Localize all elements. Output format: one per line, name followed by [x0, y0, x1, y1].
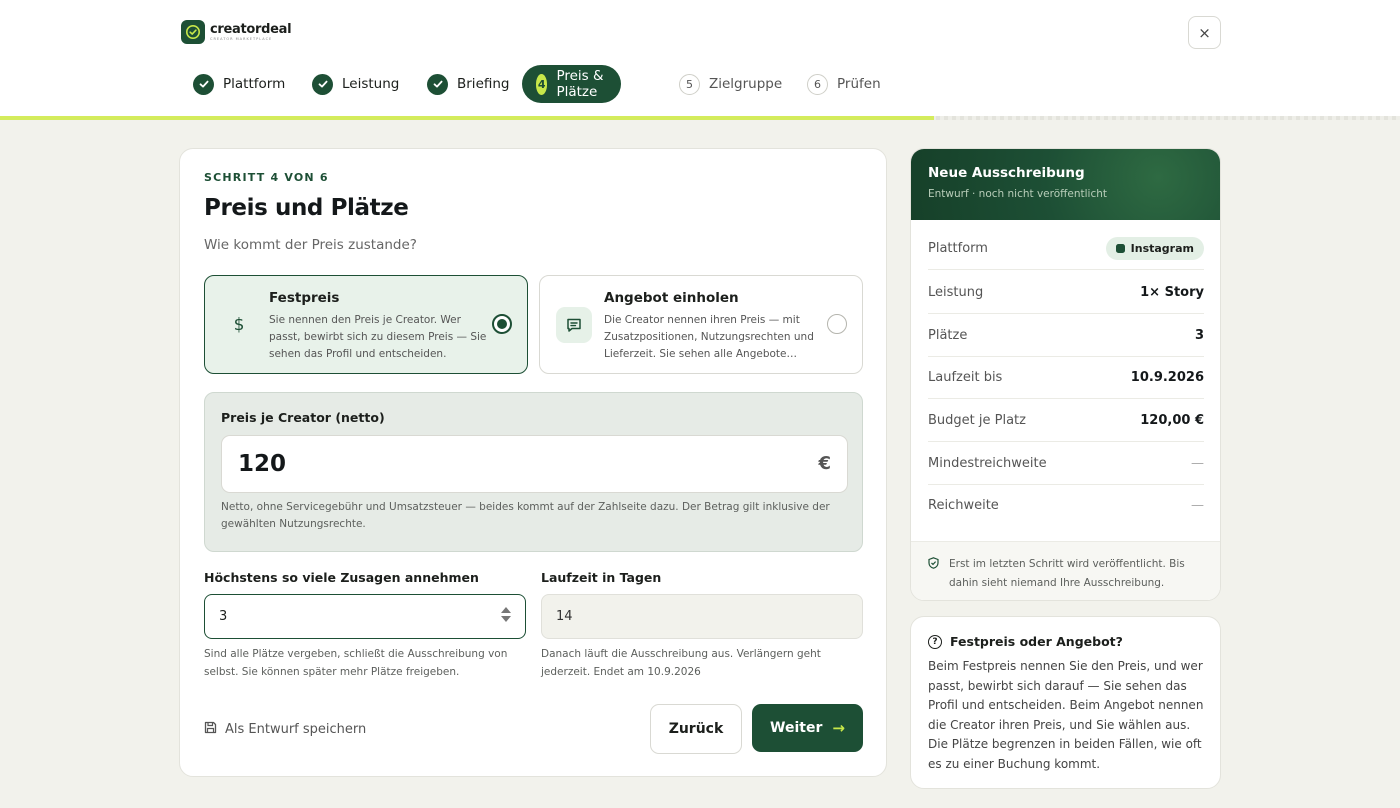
step-preis-plaetze[interactable]: 4 Preis & Plätze — [522, 65, 621, 103]
chat-icon — [556, 307, 592, 343]
summary-key: Leistung — [928, 284, 984, 300]
summary-value: Instagram — [1130, 241, 1194, 255]
brand-tagline: CREATOR MARKETPLACE — [210, 36, 273, 41]
summary-row-leistung: Leistung 1× Story — [928, 271, 1204, 314]
step-counter: SCHRITT 4 VON 6 — [204, 171, 329, 184]
summary-value: 3 — [1194, 327, 1204, 343]
step-card: SCHRITT 4 VON 6 Preis und Plätze Wie kom… — [179, 148, 887, 777]
step-plattform[interactable]: Plattform — [193, 65, 285, 103]
step-label: Leistung — [342, 76, 400, 92]
save-icon — [204, 721, 217, 738]
option-description: Die Creator nennen ihren Preis — mit Zus… — [604, 314, 814, 360]
help-icon: ? — [928, 634, 942, 649]
next-button[interactable]: Weiter → — [752, 704, 863, 752]
summary-key: Plattform — [928, 240, 988, 256]
price-hint: Netto, ohne Servicegebühr und Umsatzsteu… — [221, 501, 830, 530]
summary-row-budget: Budget je Platz 120,00 € — [928, 399, 1204, 442]
spin-down-icon[interactable] — [501, 616, 511, 622]
info-title: ? Festpreis oder Angebot? — [928, 634, 1123, 649]
top-bar: creatordeal CREATOR MARKETPLACE × Plattf… — [0, 0, 1400, 118]
step-briefing[interactable]: Briefing — [427, 65, 510, 103]
slots-value: 3 — [219, 609, 228, 624]
price-input[interactable]: 120 € — [221, 435, 848, 493]
step-number: 4 — [536, 73, 548, 95]
summary-key: Reichweite — [928, 498, 999, 513]
progress-bar — [0, 116, 934, 120]
summary-row-plattform: Plattform Instagram — [928, 227, 1204, 270]
logo-check-icon — [181, 20, 205, 44]
summary-key: Plätze — [928, 327, 968, 343]
summary-header: Neue Ausschreibung Entwurf · noch nicht … — [911, 149, 1220, 220]
dollar-icon: $ — [221, 307, 257, 343]
duration-field[interactable]: 14 — [541, 594, 863, 639]
summary-row-mindestreichweite: Mindestreichweite — — [928, 442, 1204, 485]
duration-value: 14 — [556, 609, 573, 624]
step-label: Plattform — [223, 76, 286, 92]
footnote-text: Erst im letzten Schritt wird veröffentli… — [949, 558, 1185, 589]
info-title-text: Festpreis oder Angebot? — [950, 634, 1123, 649]
radio-angebot[interactable] — [827, 314, 847, 334]
price-section: Preis je Creator (netto) 120 € Netto, oh… — [204, 392, 863, 552]
spin-up-icon[interactable] — [501, 607, 511, 613]
summary-key: Laufzeit bis — [928, 369, 1003, 385]
slots-stepper[interactable]: 3 — [204, 594, 526, 639]
duration-hint: Danach läuft die Ausschreibung aus. Verl… — [541, 648, 821, 678]
summary-row-laufzeit: Laufzeit bis 10.9.2026 — [928, 356, 1204, 399]
step-label: Preis & Plätze — [556, 68, 604, 100]
summary-value: — — [1191, 455, 1204, 471]
summary-subtitle: Entwurf · noch nicht veröffentlicht — [928, 188, 1108, 200]
option-title: Angebot einholen — [604, 290, 739, 306]
step-zielgruppe[interactable]: 5 Zielgruppe — [679, 65, 782, 103]
shield-check-icon — [928, 556, 939, 575]
euro-icon: € — [818, 453, 831, 474]
slots-label: Höchstens so viele Zusagen annehmen — [204, 570, 479, 585]
arrow-right-icon: → — [832, 719, 845, 737]
info-card: ? Festpreis oder Angebot? Beim Festpreis… — [910, 616, 1221, 789]
step-label: Zielgruppe — [709, 76, 783, 92]
step-label: Prüfen — [837, 76, 881, 92]
summary-key: Mindestreichweite — [928, 455, 1047, 471]
price-label: Preis je Creator (netto) — [221, 410, 385, 425]
step-label: Briefing — [457, 76, 510, 92]
option-angebot-einholen[interactable]: Angebot einholen Die Creator nennen ihre… — [539, 275, 863, 374]
save-draft-link[interactable]: Als Entwurf speichern — [204, 721, 366, 738]
summary-card: Neue Ausschreibung Entwurf · noch nicht … — [910, 148, 1221, 601]
brand-name: creatordeal — [210, 21, 292, 37]
next-label: Weiter — [770, 720, 823, 736]
summary-value: 10.9.2026 — [1130, 369, 1204, 385]
logo[interactable]: creatordeal CREATOR MARKETPLACE — [181, 20, 292, 44]
option-title: Festpreis — [269, 290, 340, 306]
duration-label: Laufzeit in Tagen — [541, 570, 662, 585]
back-button[interactable]: Zurück — [650, 704, 742, 754]
step-number: 5 — [679, 73, 700, 95]
price-value: 120 — [238, 451, 287, 477]
platform-pill: Instagram — [1105, 236, 1204, 260]
check-icon — [427, 73, 448, 95]
instagram-icon — [1115, 243, 1125, 253]
step-pruefen[interactable]: 6 Prüfen — [807, 65, 881, 103]
summary-title: Neue Ausschreibung — [928, 165, 1085, 181]
check-icon — [312, 73, 333, 95]
info-body: Beim Festpreis nennen Sie den Preis, und… — [928, 659, 1204, 771]
save-draft-label: Als Entwurf speichern — [225, 722, 367, 737]
page-title: Preis und Plätze — [204, 195, 409, 221]
close-icon: × — [1198, 23, 1211, 42]
pricing-question: Wie kommt der Preis zustande? — [204, 237, 417, 253]
step-leistung[interactable]: Leistung — [312, 65, 399, 103]
summary-key: Budget je Platz — [928, 412, 1026, 428]
option-festpreis[interactable]: $ Festpreis Sie nennen den Preis je Crea… — [204, 275, 528, 374]
option-description: Sie nennen den Preis je Creator. Wer pas… — [269, 314, 487, 360]
summary-value: 1× Story — [1140, 284, 1204, 300]
summary-footnote: Erst im letzten Schritt wird veröffentli… — [911, 541, 1220, 600]
radio-festpreis[interactable] — [492, 314, 512, 334]
summary-value: — — [1191, 498, 1204, 513]
summary-row-reichweite: Reichweite — — [928, 484, 1204, 527]
close-button[interactable]: × — [1188, 16, 1221, 49]
summary-row-plaetze: Plätze 3 — [928, 314, 1204, 357]
check-icon — [193, 73, 214, 95]
summary-value: 120,00 € — [1140, 412, 1204, 428]
slots-hint: Sind alle Plätze vergeben, schließt die … — [204, 648, 508, 678]
step-number: 6 — [807, 73, 828, 95]
spin-buttons[interactable] — [501, 607, 511, 622]
